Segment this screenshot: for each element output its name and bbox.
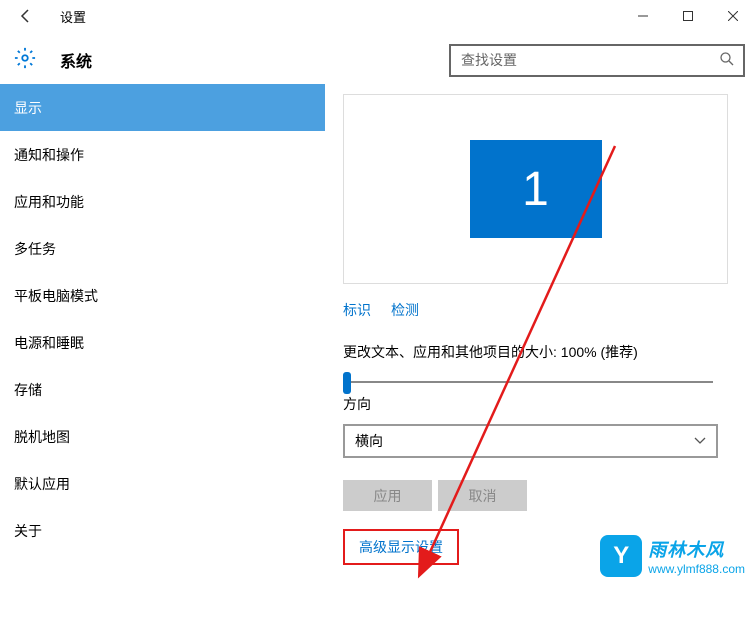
- detect-link[interactable]: 检测: [391, 300, 419, 320]
- page-title: 系统: [60, 48, 92, 72]
- watermark: Y 雨林木风 www.ylmf888.com: [600, 535, 745, 577]
- sidebar-item-about[interactable]: 关于: [0, 507, 325, 554]
- watermark-title: 雨林木风: [648, 536, 745, 562]
- sidebar-item-multitask[interactable]: 多任务: [0, 225, 325, 272]
- watermark-url: www.ylmf888.com: [648, 562, 745, 576]
- sidebar-item-tablet[interactable]: 平板电脑模式: [0, 272, 325, 319]
- search-placeholder: 查找设置: [461, 50, 719, 70]
- sidebar-item-apps[interactable]: 应用和功能: [0, 178, 325, 225]
- sidebar-item-notifications[interactable]: 通知和操作: [0, 131, 325, 178]
- window-title: 设置: [60, 7, 86, 26]
- monitor-1[interactable]: 1: [470, 140, 602, 238]
- watermark-badge: Y: [600, 535, 642, 577]
- identify-link[interactable]: 标识: [343, 300, 371, 320]
- gear-icon: [14, 47, 36, 74]
- maximize-button[interactable]: [665, 0, 710, 32]
- search-input[interactable]: 查找设置: [449, 44, 745, 77]
- cancel-button[interactable]: 取消: [438, 480, 527, 511]
- orientation-label: 方向: [343, 394, 745, 414]
- orientation-select[interactable]: 横向: [343, 424, 718, 458]
- slider-thumb[interactable]: [343, 372, 351, 394]
- advanced-display-highlight: 高级显示设置: [343, 529, 459, 565]
- advanced-display-link[interactable]: 高级显示设置: [359, 539, 443, 555]
- sidebar-item-storage[interactable]: 存储: [0, 366, 325, 413]
- sidebar-item-offline-maps[interactable]: 脱机地图: [0, 413, 325, 460]
- close-button[interactable]: [710, 0, 755, 32]
- search-icon: [719, 51, 735, 70]
- chevron-down-icon: [694, 434, 706, 448]
- apply-button[interactable]: 应用: [343, 480, 432, 511]
- minimize-button[interactable]: [620, 0, 665, 32]
- sidebar-item-power[interactable]: 电源和睡眠: [0, 319, 325, 366]
- sidebar: 显示 通知和操作 应用和功能 多任务 平板电脑模式 电源和睡眠 存储 脱机地图 …: [0, 84, 325, 587]
- monitor-preview[interactable]: 1: [343, 94, 728, 284]
- back-button[interactable]: [10, 0, 42, 32]
- sidebar-item-default-apps[interactable]: 默认应用: [0, 460, 325, 507]
- scale-slider[interactable]: [343, 372, 713, 374]
- scale-label: 更改文本、应用和其他项目的大小: 100% (推荐): [343, 342, 745, 362]
- sidebar-item-display[interactable]: 显示: [0, 84, 325, 131]
